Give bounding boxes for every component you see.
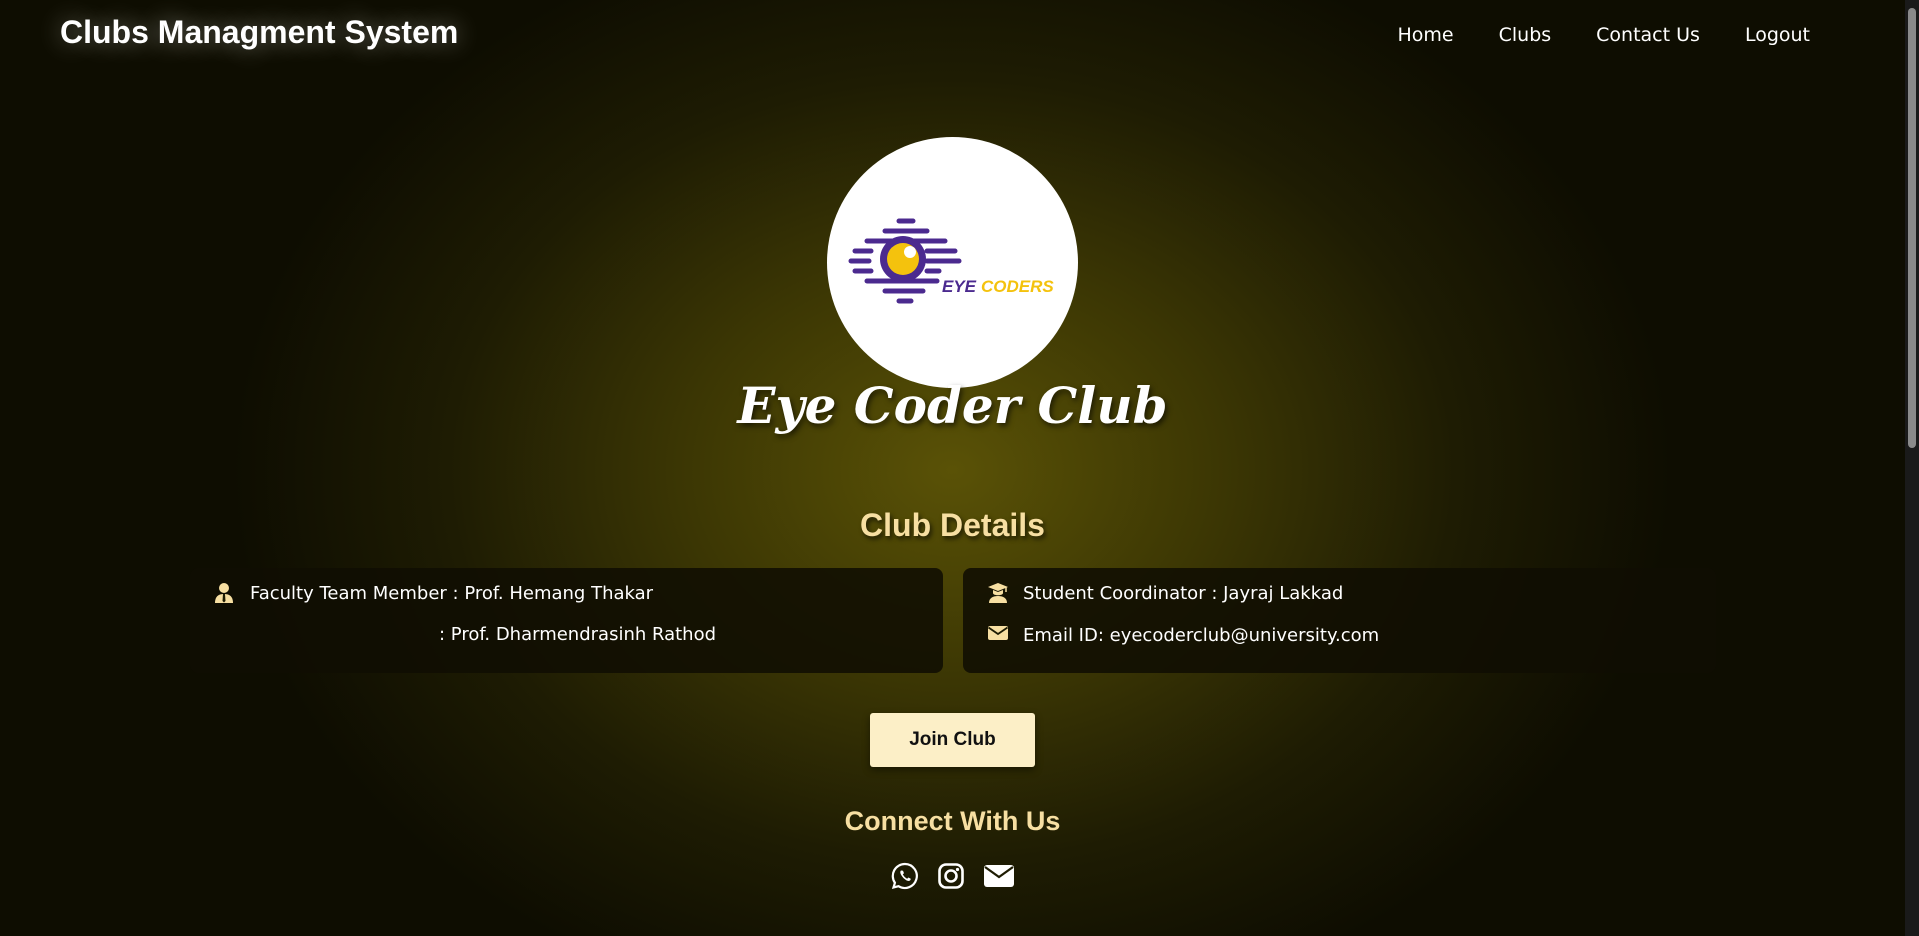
whatsapp-icon[interactable] [891, 862, 919, 890]
faculty-member-text-2: : Prof. Dharmendrasinh Rathod [439, 624, 717, 645]
faculty-member-text: Faculty Team Member : Prof. Hemang Thaka… [250, 582, 654, 604]
eye-coders-logo-graphic: EYE CODERS [848, 218, 1054, 304]
club-details-heading: Club Details [860, 507, 1045, 543]
club-logo: EYE CODERS [827, 137, 1078, 388]
email-row: Email ID: eyecoderclub@university.com [987, 624, 1379, 646]
instagram-icon[interactable] [937, 862, 965, 890]
faculty-row: Faculty Team Member : Prof. Hemang Thaka… [214, 582, 653, 604]
nav-contact-link[interactable]: Contact Us [1596, 24, 1700, 46]
connect-heading: Connect With Us [844, 806, 1061, 836]
nav-clubs-link[interactable]: Clubs [1499, 24, 1552, 46]
page-scrollbar[interactable] [1905, 0, 1919, 936]
logo-text-coders: CODERS [981, 277, 1054, 296]
faculty-card: Faculty Team Member : Prof. Hemang Thaka… [190, 568, 943, 673]
site-title: Clubs Managment System [60, 14, 459, 50]
main-nav: Home Clubs Contact Us Logout [1398, 24, 1811, 46]
student-coordinator-text: Student Coordinator : Jayraj Lakkad [1023, 582, 1344, 604]
scrollbar-thumb[interactable] [1908, 8, 1916, 448]
nav-logout-link[interactable]: Logout [1745, 24, 1810, 46]
social-links [891, 862, 1015, 890]
logo-text-eye: EYE [942, 277, 977, 296]
email-icon[interactable] [983, 863, 1015, 889]
faculty-row-2: : Prof. Dharmendrasinh Rathod [439, 624, 716, 645]
email-text: Email ID: eyecoderclub@university.com [1023, 624, 1380, 646]
graduate-icon [987, 582, 1009, 604]
coordinator-row: Student Coordinator : Jayraj Lakkad [987, 582, 1343, 604]
join-club-button[interactable]: Join Club [870, 713, 1035, 767]
coordinator-card: Student Coordinator : Jayraj Lakkad Emai… [963, 568, 1716, 673]
club-name: Eye Coder Club [737, 376, 1168, 435]
user-tie-icon [214, 582, 236, 604]
nav-home-link[interactable]: Home [1398, 24, 1454, 46]
envelope-icon [987, 624, 1009, 646]
